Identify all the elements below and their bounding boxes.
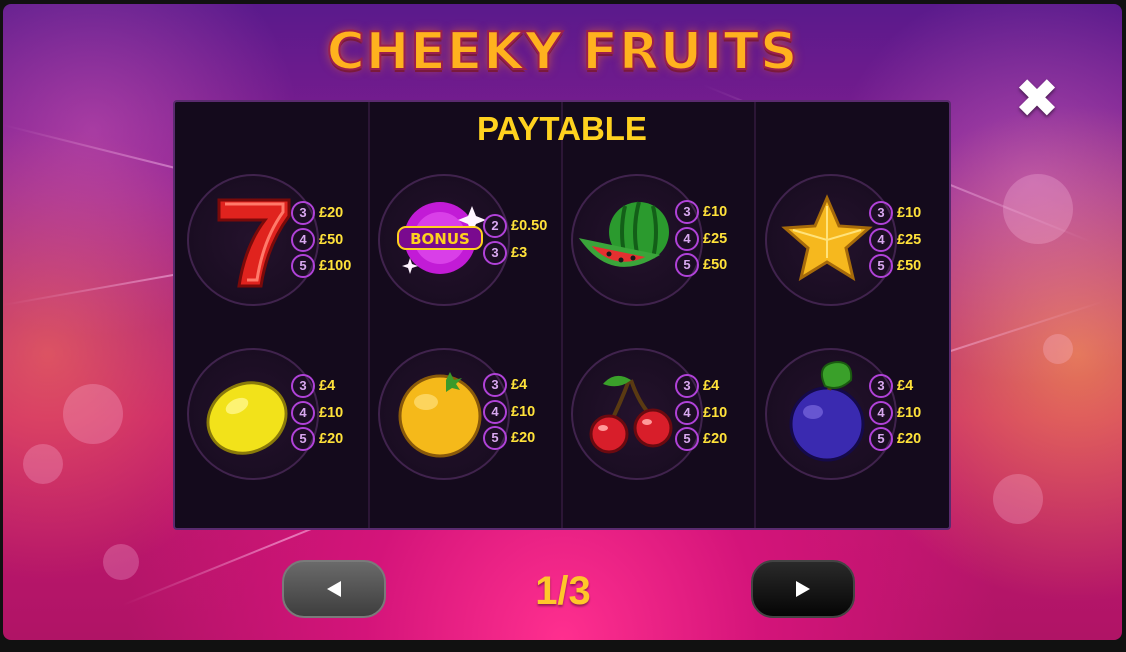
payout-amount: £50 xyxy=(703,257,728,274)
payout-amount: £10 xyxy=(319,404,344,421)
pay-row: 3 £4 xyxy=(869,373,921,400)
bokeh-light xyxy=(63,384,123,444)
count-badge: 5 xyxy=(675,427,699,452)
star-payouts: 3 £10 4 £25 5 £50 xyxy=(869,200,921,280)
seven-payouts: 3 £20 4 £50 5 £100 xyxy=(291,200,351,280)
payout-amount: £4 xyxy=(703,378,720,395)
pay-row: 5 £50 xyxy=(869,253,921,280)
count-badge: 5 xyxy=(483,426,507,451)
pay-row: 4 £10 xyxy=(869,400,921,427)
count-badge: 3 xyxy=(483,240,507,265)
count-badge: 3 xyxy=(483,373,507,398)
paytable-panel: PAYTABLE 3 £20 4 £50 5 £100 BONUS 2 £0.5… xyxy=(173,100,951,530)
pay-row: 5 £100 xyxy=(291,253,351,280)
count-badge: 4 xyxy=(291,400,315,425)
prev-page-button[interactable] xyxy=(282,560,386,618)
payout-amount: £10 xyxy=(511,403,536,420)
pay-row: 5 £20 xyxy=(291,426,343,453)
game-title: CHEEKY FRUITS xyxy=(326,21,799,83)
count-badge: 4 xyxy=(291,227,315,252)
payout-amount: £20 xyxy=(511,430,536,447)
payout-amount: £25 xyxy=(703,230,728,247)
payout-amount: £3 xyxy=(511,244,528,261)
count-badge: 5 xyxy=(291,427,315,452)
paytable-title: PAYTABLE xyxy=(477,110,647,147)
payout-amount: £25 xyxy=(897,231,922,248)
page-indicator: 1/3 xyxy=(535,569,591,613)
payout-amount: £4 xyxy=(511,377,528,394)
count-badge: 5 xyxy=(869,427,893,452)
count-badge: 3 xyxy=(291,374,315,399)
orange-payouts: 3 £4 4 £10 5 £20 xyxy=(483,372,535,452)
payout-amount: £10 xyxy=(897,205,922,222)
plum-payouts: 3 £4 4 £10 5 £20 xyxy=(869,373,921,453)
payout-amount: £20 xyxy=(703,431,728,448)
pay-row: 4 £10 xyxy=(483,399,535,426)
column-divider xyxy=(368,102,370,528)
count-badge: 3 xyxy=(869,201,893,226)
triangle-right-icon xyxy=(796,581,810,597)
count-badge: 4 xyxy=(869,227,893,252)
pay-row: 5 £50 xyxy=(675,252,727,279)
payout-amount: £10 xyxy=(703,204,728,221)
payout-amount: £100 xyxy=(319,258,352,275)
payout-amount: £20 xyxy=(319,431,344,448)
count-badge: 4 xyxy=(869,400,893,425)
pay-row: 5 £20 xyxy=(869,426,921,453)
count-badge: 5 xyxy=(291,254,315,279)
pay-row: 3 £10 xyxy=(675,199,727,226)
count-badge: 3 xyxy=(291,201,315,226)
pay-row: 4 £10 xyxy=(291,400,343,427)
pay-row: 4 £25 xyxy=(675,226,727,253)
pay-row: 3 £4 xyxy=(483,372,535,399)
pay-row: 5 £20 xyxy=(675,426,727,453)
payout-amount: £20 xyxy=(319,205,344,222)
pay-row: 4 £50 xyxy=(291,227,351,254)
close-x-icon[interactable]: ✖ xyxy=(1013,72,1061,126)
payout-amount: £0.50 xyxy=(511,218,548,235)
game-background: CHEEKY FRUITS ✖ PAYTABLE 3 £20 4 £50 5 £100 xyxy=(3,4,1122,640)
payout-amount: £4 xyxy=(897,378,914,395)
pay-row: 3 £4 xyxy=(675,373,727,400)
count-badge: 5 xyxy=(869,254,893,279)
pay-row: 3 £10 xyxy=(869,200,921,227)
column-divider xyxy=(561,102,563,528)
payout-amount: £10 xyxy=(703,404,728,421)
pay-row: 2 £0.50 xyxy=(483,213,547,240)
payout-amount: £50 xyxy=(897,258,922,275)
pay-row: 3 £3 xyxy=(483,240,547,267)
payout-amount: £50 xyxy=(319,231,344,248)
payout-amount: £4 xyxy=(319,378,336,395)
count-badge: 2 xyxy=(483,214,507,239)
bokeh-light xyxy=(23,444,63,484)
count-badge: 3 xyxy=(869,374,893,399)
bokeh-light xyxy=(1003,174,1073,244)
pay-row: 4 £25 xyxy=(869,227,921,254)
bokeh-light xyxy=(993,474,1043,524)
payout-amount: £10 xyxy=(897,404,922,421)
pay-row: 3 £20 xyxy=(291,200,351,227)
svg-text:BONUS: BONUS xyxy=(410,230,470,248)
count-badge: 3 xyxy=(675,374,699,399)
payout-amount: £20 xyxy=(897,431,922,448)
pay-row: 3 £4 xyxy=(291,373,343,400)
watermelon-payouts: 3 £10 4 £25 5 £50 xyxy=(675,199,727,279)
bonus-payouts: 2 £0.50 3 £3 xyxy=(483,213,547,266)
lemon-payouts: 3 £4 4 £10 5 £20 xyxy=(291,373,343,453)
count-badge: 4 xyxy=(675,226,699,251)
pay-row: 4 £10 xyxy=(675,400,727,427)
bokeh-light xyxy=(103,544,139,580)
column-divider xyxy=(754,102,756,528)
next-page-button[interactable] xyxy=(751,560,855,618)
cherry-payouts: 3 £4 4 £10 5 £20 xyxy=(675,373,727,453)
count-badge: 4 xyxy=(483,399,507,424)
count-badge: 5 xyxy=(675,253,699,278)
count-badge: 4 xyxy=(675,400,699,425)
count-badge: 3 xyxy=(675,200,699,225)
triangle-left-icon xyxy=(327,581,341,597)
pay-row: 5 £20 xyxy=(483,425,535,452)
bokeh-light xyxy=(1043,334,1073,364)
